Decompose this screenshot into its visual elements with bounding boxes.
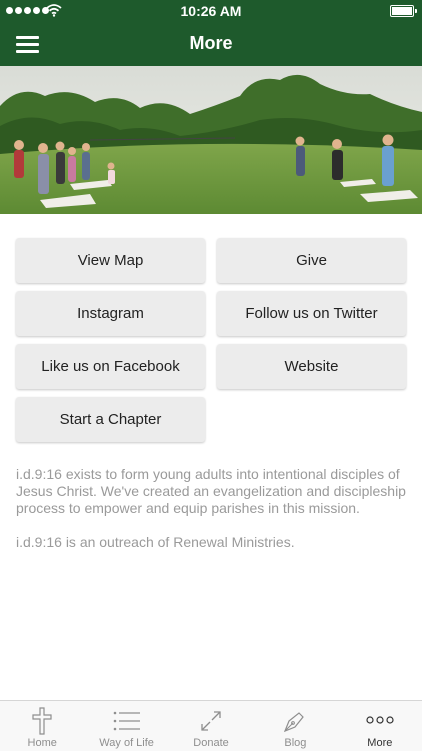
tab-blog-label: Blog (284, 737, 307, 749)
instagram-button[interactable]: Instagram (16, 291, 205, 336)
twitter-button[interactable]: Follow us on Twitter (217, 291, 406, 336)
arrows-icon (201, 711, 221, 731)
status-bar: 10:26 AM (0, 0, 422, 22)
tab-way-of-life-label: Way of Life (99, 737, 154, 749)
cross-icon (32, 707, 52, 735)
website-button[interactable]: Website (217, 344, 406, 389)
tab-home[interactable]: Home (0, 701, 84, 751)
give-button[interactable]: Give (217, 238, 406, 283)
tab-way-of-life[interactable]: Way of Life (84, 701, 168, 751)
pen-icon (284, 712, 305, 733)
tab-bar: Home Way of Life Donate Blog More (0, 700, 422, 751)
status-time: 10:26 AM (180, 3, 242, 19)
start-chapter-button[interactable]: Start a Chapter (16, 397, 205, 442)
list-icon (113, 711, 140, 731)
tab-more[interactable]: More (338, 701, 422, 751)
about-paragraph-2: i.d.9:16 is an outreach of Renewal Minis… (16, 534, 295, 550)
more-icon (366, 716, 394, 724)
tab-blog[interactable]: Blog (253, 701, 337, 751)
facebook-button[interactable]: Like us on Facebook (16, 344, 205, 389)
about-text: i.d.9:16 exists to form young adults int… (16, 466, 410, 568)
hero-image (0, 66, 422, 214)
tab-donate[interactable]: Donate (169, 701, 253, 751)
nav-bar: More (0, 22, 422, 66)
tab-more-label: More (367, 737, 393, 749)
battery-icon (390, 5, 417, 17)
page-title: More (189, 33, 233, 53)
tab-donate-label: Donate (193, 737, 229, 749)
view-map-button[interactable]: View Map (16, 238, 205, 283)
tab-home-label: Home (27, 737, 57, 749)
about-paragraph-1: i.d.9:16 exists to form young adults int… (16, 466, 406, 516)
